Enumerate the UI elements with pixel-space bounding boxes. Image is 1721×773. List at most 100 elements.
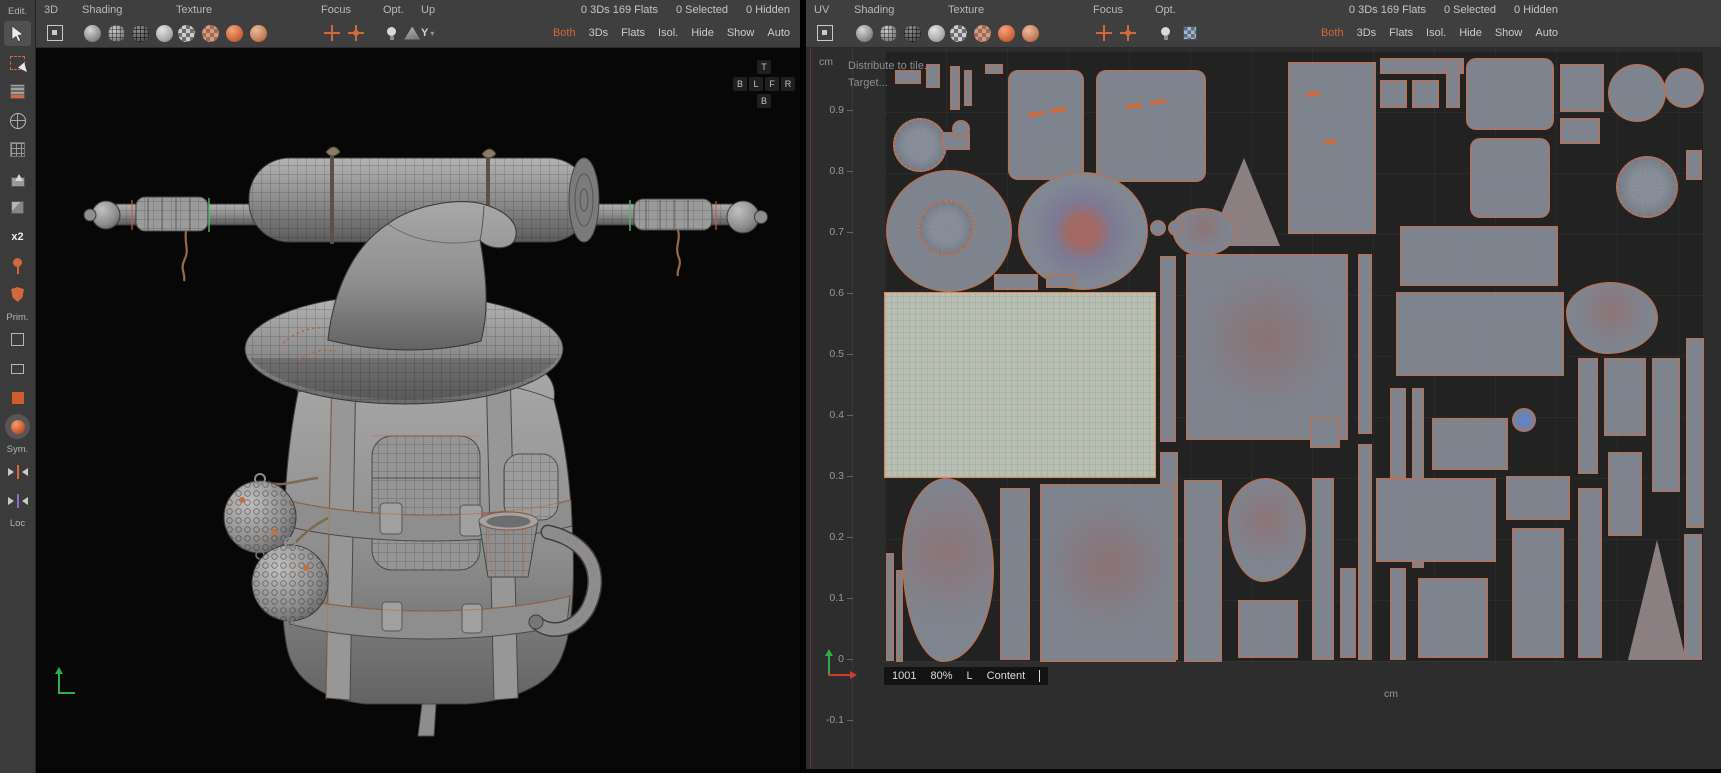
symmetry-v-toggle[interactable] (4, 488, 31, 513)
uv-island[interactable] (1686, 150, 1702, 180)
uv-island[interactable] (1466, 58, 1554, 130)
backpack-model[interactable] (36, 48, 800, 769)
view-cube-top[interactable]: T (757, 60, 771, 74)
uv-island[interactable] (1616, 156, 1678, 218)
display-filter-button[interactable]: Hide (691, 27, 714, 39)
prim-sphere[interactable] (5, 414, 30, 439)
texture-checker-button[interactable] (176, 22, 197, 44)
focus-all-button[interactable] (345, 22, 366, 44)
uv-island[interactable] (1446, 58, 1460, 108)
uv-island[interactable] (1418, 578, 1488, 658)
uv-island[interactable] (1228, 478, 1306, 582)
focus-selection-button[interactable] (321, 22, 342, 44)
uv-island[interactable] (1310, 418, 1340, 448)
menu-focus-uv[interactable]: Focus (1093, 0, 1155, 19)
uv-island[interactable] (1578, 488, 1602, 658)
up-axis-dropdown[interactable]: Y ▾ (421, 22, 434, 44)
light-toggle-button[interactable] (383, 22, 401, 44)
uv-island[interactable] (952, 120, 970, 138)
uv-island[interactable] (1560, 118, 1600, 144)
focus-all-button[interactable] (1117, 22, 1138, 44)
tool-pin[interactable] (4, 253, 31, 278)
view-cube-back[interactable]: B (733, 77, 747, 91)
uv-island[interactable] (1512, 408, 1536, 432)
uv-island[interactable] (1168, 220, 1184, 236)
uv-island[interactable] (1096, 70, 1206, 182)
uv-island[interactable] (1312, 478, 1334, 660)
grid-toggle-button[interactable] (1179, 22, 1200, 44)
uv-island[interactable] (1686, 338, 1704, 528)
symmetry-u-toggle[interactable] (4, 459, 31, 484)
texture-stretch-button[interactable] (248, 22, 269, 44)
uv-island[interactable] (950, 66, 960, 110)
view-cube-right[interactable]: R (781, 77, 795, 91)
shading-wireflat-button[interactable] (130, 22, 151, 44)
channel-value[interactable]: L (967, 670, 973, 682)
uv-island[interactable] (1046, 274, 1076, 288)
uv-island[interactable] (1150, 220, 1166, 236)
uv-island[interactable] (1506, 476, 1570, 520)
display-filter-button[interactable]: Show (1495, 27, 1523, 39)
uv-island[interactable] (964, 70, 972, 106)
tool-select-arrow[interactable] (4, 21, 31, 46)
texture-stretch-button[interactable] (1020, 22, 1041, 44)
shading-flat-button[interactable] (82, 22, 103, 44)
prim-filled-square[interactable] (4, 385, 31, 410)
prim-rectangle[interactable] (4, 356, 31, 381)
uv-island[interactable] (1664, 68, 1704, 108)
uv-island[interactable] (1238, 600, 1298, 658)
uv-island[interactable] (1560, 64, 1604, 112)
display-filter-button[interactable]: Auto (1535, 27, 1558, 39)
tool-protect[interactable] (4, 282, 31, 307)
uv-island[interactable] (1400, 226, 1558, 286)
shading-wireflat-button[interactable] (902, 22, 923, 44)
uv-island[interactable] (1184, 480, 1222, 662)
display-filter-button[interactable]: Both (553, 27, 576, 39)
uv-island[interactable] (896, 570, 903, 662)
display-filter-button[interactable]: Isol. (1426, 27, 1446, 39)
view-cube-left[interactable]: L (749, 77, 763, 91)
menu-up-axis[interactable]: Up (421, 0, 465, 19)
display-filter-button[interactable]: Both (1321, 27, 1344, 39)
uv-island[interactable] (1000, 488, 1030, 660)
uv-island[interactable] (895, 70, 921, 84)
menu-opt-3d[interactable]: Opt. (383, 0, 421, 19)
display-filter-button[interactable]: Show (727, 27, 755, 39)
uv-island[interactable] (1566, 282, 1658, 354)
shading-bright-button[interactable] (926, 22, 947, 44)
tool-sphere-projection[interactable] (4, 108, 31, 133)
shading-wire-button[interactable] (106, 22, 127, 44)
view-cube-bottom[interactable]: B (757, 94, 771, 108)
uv-island[interactable] (1578, 358, 1598, 474)
menu-shading-3d[interactable]: Shading (82, 0, 176, 19)
shading-bright-button[interactable] (154, 22, 175, 44)
display-filter-button[interactable]: 3Ds (589, 27, 609, 39)
display-filter-button[interactable]: Flats (1389, 27, 1413, 39)
menu-texture-uv[interactable]: Texture (948, 0, 1093, 19)
uv-island[interactable] (1412, 80, 1439, 108)
display-filter-button[interactable]: 3Ds (1357, 27, 1377, 39)
menu-texture-3d[interactable]: Texture (176, 0, 321, 19)
texture-checker-button[interactable] (948, 22, 969, 44)
menu-uv[interactable]: UV (814, 0, 854, 19)
uv-island[interactable] (1628, 540, 1686, 660)
texture-checker-color-button[interactable] (200, 22, 221, 44)
menu-opt-uv[interactable]: Opt. (1155, 0, 1211, 19)
menu-focus-3d[interactable]: Focus (321, 0, 383, 19)
uv-island[interactable] (902, 478, 994, 662)
uv-island[interactable] (1186, 254, 1348, 440)
uv-island[interactable] (1358, 254, 1372, 434)
uv-island[interactable] (884, 292, 1156, 478)
display-filter-button[interactable]: Hide (1459, 27, 1482, 39)
uv-island[interactable] (1288, 62, 1376, 234)
prim-square[interactable] (4, 327, 31, 352)
udim-tile-value[interactable]: 1001 (892, 670, 916, 682)
uv-island[interactable] (918, 200, 974, 256)
uv-island[interactable] (994, 274, 1038, 290)
uv-editor[interactable]: Distribute to tile... Target... cm 0.9 0.… (806, 48, 1721, 769)
display-filter-button[interactable]: Isol. (658, 27, 678, 39)
uv-island[interactable] (985, 64, 1003, 74)
shading-wire-button[interactable] (878, 22, 899, 44)
uv-island[interactable] (1340, 568, 1356, 658)
texture-distortion-button[interactable] (996, 22, 1017, 44)
